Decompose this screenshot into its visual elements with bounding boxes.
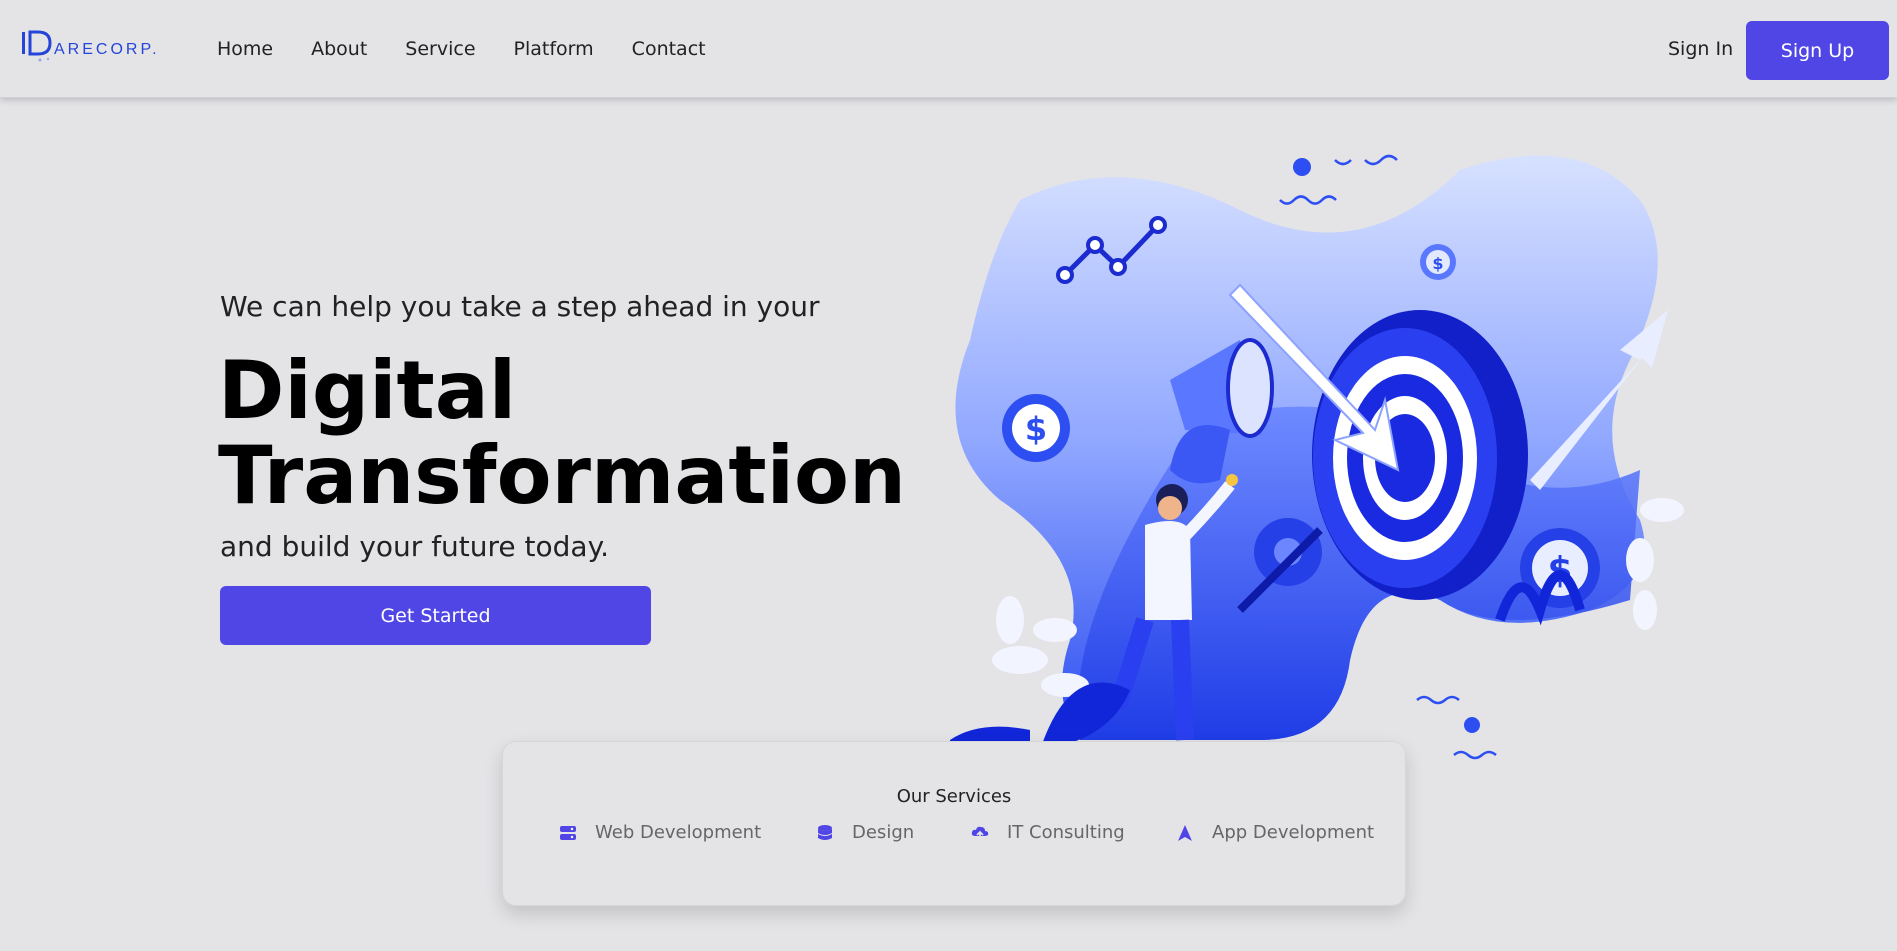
services-card: Our Services Web Development Design IT C…	[502, 741, 1406, 906]
database-icon	[818, 824, 832, 840]
service-label: App Development	[1212, 822, 1375, 843]
service-label: Design	[852, 822, 915, 843]
sign-in-link[interactable]: Sign In	[1668, 38, 1733, 60]
server-icon	[560, 825, 576, 840]
service-web-development[interactable]: Web Development	[559, 822, 761, 843]
logo-text: ARECORP.	[54, 41, 160, 58]
nav-service-link[interactable]: Service	[405, 38, 475, 60]
hero-title-line2: Transformation	[218, 429, 906, 522]
hero-title: Digital Transformation	[218, 348, 918, 518]
svg-text:$: $	[1432, 254, 1443, 273]
rocket-icon	[1178, 824, 1192, 841]
dot-decoration	[1293, 158, 1311, 176]
service-design[interactable]: Design	[816, 822, 914, 843]
sign-up-button[interactable]: Sign Up	[1746, 21, 1889, 80]
top-navbar: ARECORP. Home About Service Platform Con…	[0, 0, 1897, 98]
svg-text:$: $	[1025, 410, 1047, 448]
services-title: Our Services	[896, 786, 1012, 807]
target-icon	[1312, 310, 1528, 600]
service-label: Web Development	[595, 822, 762, 843]
cloud-upload-icon	[971, 826, 989, 841]
hero-title-line1: Digital	[218, 344, 517, 437]
dollar-coin-icon: $	[1002, 394, 1070, 462]
nav-platform-link[interactable]: Platform	[514, 38, 594, 60]
dollar-coin-small-icon: $	[1420, 244, 1456, 280]
hero-tagline: and build your future today.	[220, 530, 610, 563]
hero-subtitle: We can help you take a step ahead in you…	[220, 290, 820, 323]
service-app-development[interactable]: App Development	[1176, 822, 1374, 843]
nav-home-link[interactable]: Home	[217, 38, 273, 60]
nav-about-link[interactable]: About	[311, 38, 367, 60]
service-it-consulting[interactable]: IT Consulting	[971, 822, 1125, 843]
hero-illustration: $ $ $	[950, 154, 1684, 760]
brand-logo[interactable]: ARECORP.	[20, 26, 170, 72]
main-nav: Home About Service Platform Contact	[217, 38, 744, 60]
get-started-button[interactable]: Get Started	[220, 586, 651, 645]
service-label: IT Consulting	[1007, 822, 1125, 843]
nav-contact-link[interactable]: Contact	[632, 38, 706, 60]
